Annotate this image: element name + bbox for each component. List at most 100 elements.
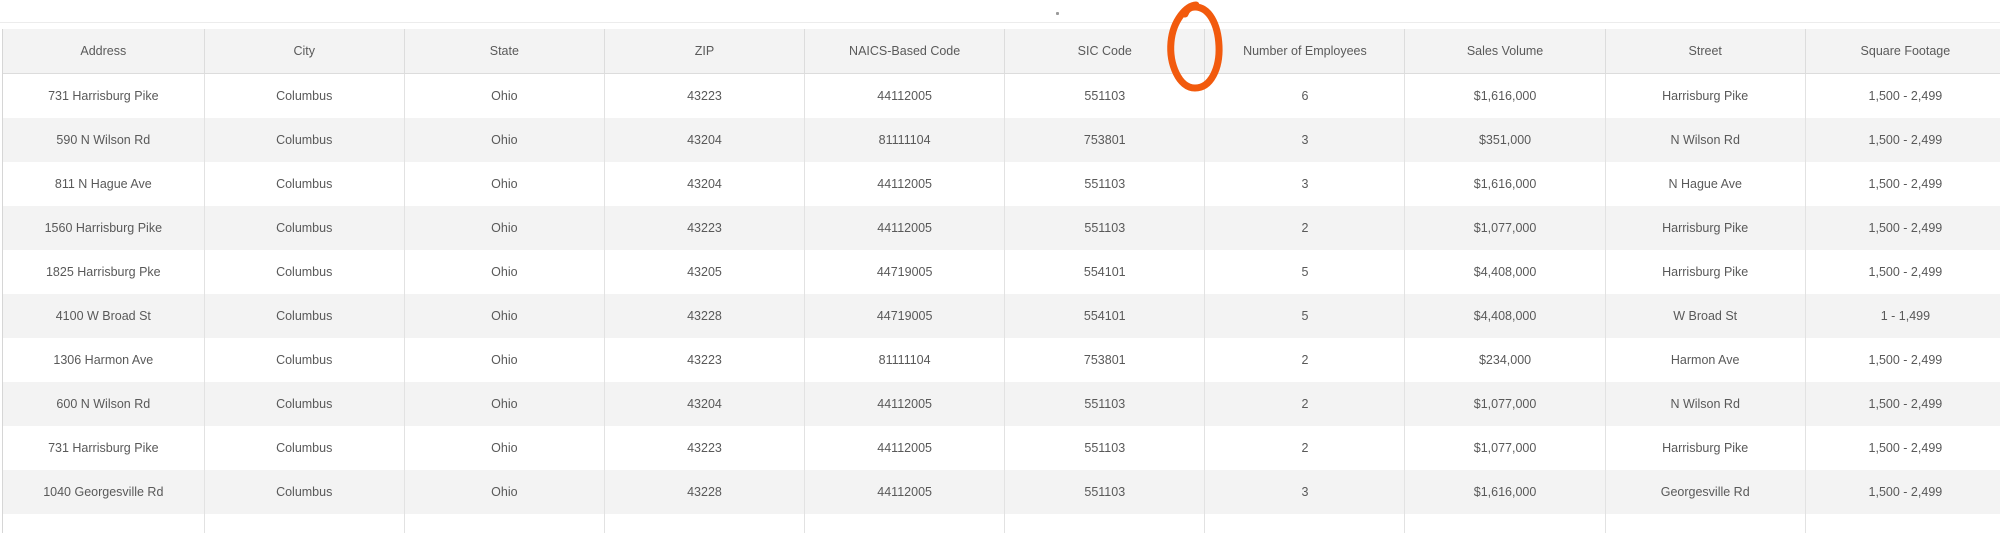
table-cell: 1,500 - 2,499: [1805, 382, 2000, 426]
table-cell: 731 Harrisburg Pike: [3, 73, 205, 118]
table-cell: $1,616,000: [1404, 162, 1606, 206]
table-cell: Columbus: [204, 118, 405, 162]
table-row[interactable]: [3, 514, 2000, 533]
table-cell: 3: [1204, 470, 1406, 514]
table-cell: 44719005: [804, 294, 1006, 338]
table-cell: [1004, 514, 1206, 533]
column-header-number-of-employees[interactable]: Number of Employees: [1204, 29, 1406, 74]
table-cell: Harmon Ave: [1605, 338, 1806, 382]
column-header-address[interactable]: Address: [3, 29, 205, 74]
table-cell: 551103: [1004, 162, 1206, 206]
table-cell: [1404, 514, 1606, 533]
table-cell: Ohio: [404, 338, 605, 382]
table-cell: Ohio: [404, 426, 605, 470]
table-cell: Ohio: [404, 382, 605, 426]
table-cell: 5: [1204, 294, 1406, 338]
table-row[interactable]: 731 Harrisburg Pike Columbus Ohio 43223 4411…: [3, 426, 2000, 470]
data-grid: Address City State ZIP NAICS-Based Code SIC C…: [3, 29, 2000, 533]
table-cell: 551103: [1004, 426, 1206, 470]
table-cell: Columbus: [204, 426, 405, 470]
table-cell: 1,500 - 2,499: [1805, 470, 2000, 514]
table-cell: 1,500 - 2,499: [1805, 426, 2000, 470]
table-cell: [204, 514, 405, 533]
table-cell: 43223: [604, 206, 806, 250]
column-header-sic-code[interactable]: SIC Code: [1004, 29, 1206, 74]
table-cell: 1825 Harrisburg Pke: [3, 250, 205, 294]
table-cell: [3, 514, 205, 533]
table-cell: $1,616,000: [1404, 470, 1606, 514]
table-cell: 1560 Harrisburg Pike: [3, 206, 205, 250]
table-cell: Columbus: [204, 470, 405, 514]
table-cell: 811 N Hague Ave: [3, 162, 205, 206]
table-cell: [1805, 514, 2000, 533]
table-cell: 3: [1204, 162, 1406, 206]
table-row[interactable]: 4100 W Broad St Columbus Ohio 43228 44719005…: [3, 294, 2000, 338]
table-cell: 551103: [1004, 206, 1206, 250]
grid-body: 731 Harrisburg Pike Columbus Ohio 43223 4411…: [3, 73, 2000, 533]
table-cell: 551103: [1004, 382, 1206, 426]
table-row[interactable]: 590 N Wilson Rd Columbus Ohio 43204 81111104…: [3, 118, 2000, 162]
table-cell: 43228: [604, 470, 806, 514]
table-cell: 43228: [604, 294, 806, 338]
table-cell: Ohio: [404, 206, 605, 250]
table-cell: 2: [1204, 426, 1406, 470]
table-cell: 2: [1204, 206, 1406, 250]
column-header-state[interactable]: State: [404, 29, 605, 74]
table-cell: N Wilson Rd: [1605, 382, 1806, 426]
table-cell: Ohio: [404, 294, 605, 338]
table-cell: 1,500 - 2,499: [1805, 162, 2000, 206]
table-cell: N Wilson Rd: [1605, 118, 1806, 162]
table-cell: 731 Harrisburg Pike: [3, 426, 205, 470]
table-cell: $1,077,000: [1404, 382, 1606, 426]
table-cell: 2: [1204, 382, 1406, 426]
table-cell: 1040 Georgesville Rd: [3, 470, 205, 514]
table-cell: Ohio: [404, 162, 605, 206]
table-cell: 3: [1204, 118, 1406, 162]
table-cell: [404, 514, 605, 533]
table-row[interactable]: 811 N Hague Ave Columbus Ohio 43204 44112005…: [3, 162, 2000, 206]
table-cell: 43204: [604, 382, 806, 426]
table-cell: $4,408,000: [1404, 250, 1606, 294]
table-cell: Harrisburg Pike: [1605, 73, 1806, 118]
table-cell: 6: [1204, 73, 1406, 118]
table-row[interactable]: 731 Harrisburg Pike Columbus Ohio 43223 4411…: [3, 73, 2000, 118]
table-cell: [1204, 514, 1406, 533]
table-cell: Harrisburg Pike: [1605, 250, 1806, 294]
column-header-square-footage[interactable]: Square Footage: [1805, 29, 2000, 74]
table-cell: Columbus: [204, 206, 405, 250]
table-cell: 44112005: [804, 470, 1006, 514]
table-row[interactable]: 1306 Harmon Ave Columbus Ohio 43223 81111104…: [3, 338, 2000, 382]
table-cell: 551103: [1004, 470, 1206, 514]
table-cell: 44112005: [804, 73, 1006, 118]
table-cell: 2: [1204, 338, 1406, 382]
table-row[interactable]: 600 N Wilson Rd Columbus Ohio 43204 44112005…: [3, 382, 2000, 426]
column-header-naics-based-code[interactable]: NAICS-Based Code: [804, 29, 1006, 74]
table-cell: $4,408,000: [1404, 294, 1606, 338]
column-header-street[interactable]: Street: [1605, 29, 1806, 74]
table-cell: [604, 514, 806, 533]
table-cell: 554101: [1004, 250, 1206, 294]
table-row[interactable]: 1560 Harrisburg Pike Columbus Ohio 43223 441…: [3, 206, 2000, 250]
table-cell: $1,077,000: [1404, 206, 1606, 250]
table-row[interactable]: 1825 Harrisburg Pke Columbus Ohio 43205 4471…: [3, 250, 2000, 294]
table-cell: 590 N Wilson Rd: [3, 118, 205, 162]
table-cell: 1,500 - 2,499: [1805, 250, 2000, 294]
table-row[interactable]: 1040 Georgesville Rd Columbus Ohio 43228 441…: [3, 470, 2000, 514]
column-header-city[interactable]: City: [204, 29, 405, 74]
table-cell: Ohio: [404, 250, 605, 294]
collapse-caret-icon[interactable]: [1056, 12, 1059, 15]
table-cell: Columbus: [204, 73, 405, 118]
table-cell: 43223: [604, 426, 806, 470]
column-header-zip[interactable]: ZIP: [604, 29, 806, 74]
table-cell: 43204: [604, 118, 806, 162]
header-row: Address City State ZIP NAICS-Based Code SIC C…: [3, 29, 2000, 74]
table-cell: $234,000: [1404, 338, 1606, 382]
column-header-sales-volume[interactable]: Sales Volume: [1404, 29, 1606, 74]
table-cell: 1,500 - 2,499: [1805, 118, 2000, 162]
table-cell: Columbus: [204, 338, 405, 382]
table-cell: 81111104: [804, 118, 1006, 162]
table-cell: 1 - 1,499: [1805, 294, 2000, 338]
table-cell: 43204: [604, 162, 806, 206]
table-cell: 600 N Wilson Rd: [3, 382, 205, 426]
table-cell: [804, 514, 1006, 533]
